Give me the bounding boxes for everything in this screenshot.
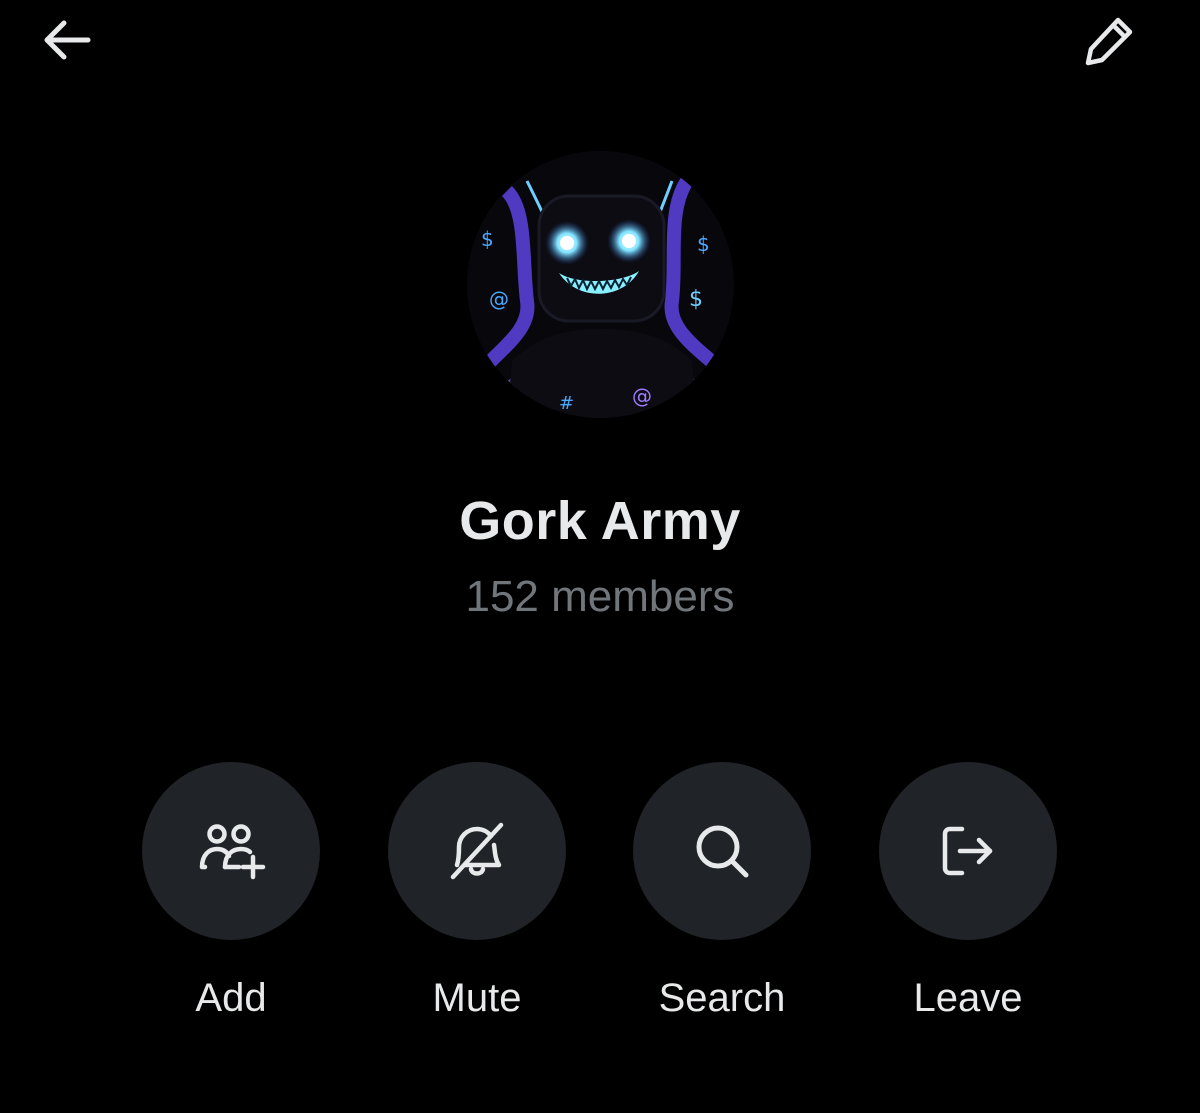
search-label: Search	[658, 976, 786, 1020]
mute-button[interactable]	[388, 762, 566, 940]
mute-action[interactable]: Mute	[388, 762, 566, 1020]
edit-button[interactable]	[1078, 8, 1142, 72]
leave-action[interactable]: Leave	[879, 762, 1057, 1020]
search-button[interactable]	[633, 762, 811, 940]
arrow-left-icon	[44, 20, 91, 60]
svg-text:$: $	[697, 232, 710, 256]
add-action[interactable]: Add	[142, 762, 320, 1020]
add-button[interactable]	[142, 762, 320, 940]
mute-label: Mute	[432, 976, 522, 1020]
svg-text:$: $	[481, 227, 494, 251]
svg-text:@: @	[489, 287, 509, 311]
group-name: Gork Army	[459, 491, 741, 551]
search-icon	[696, 825, 749, 878]
member-count: 152 members	[465, 572, 735, 621]
search-action[interactable]: Search	[633, 762, 811, 1020]
leave-icon	[942, 826, 993, 876]
pencil-icon	[1085, 17, 1133, 66]
add-label: Add	[195, 976, 267, 1020]
add-people-icon	[199, 824, 266, 880]
group-avatar: $ $ $ @ @ #	[467, 151, 734, 418]
robot-drawing-avatar: $ $ $ @ @ #	[467, 151, 734, 418]
leave-button[interactable]	[879, 762, 1057, 940]
svg-text:$: $	[689, 287, 703, 312]
svg-text:#: #	[559, 393, 574, 414]
svg-text:@: @	[632, 384, 652, 408]
bell-off-icon	[450, 822, 504, 880]
leave-label: Leave	[913, 976, 1023, 1020]
back-button[interactable]	[34, 8, 98, 72]
